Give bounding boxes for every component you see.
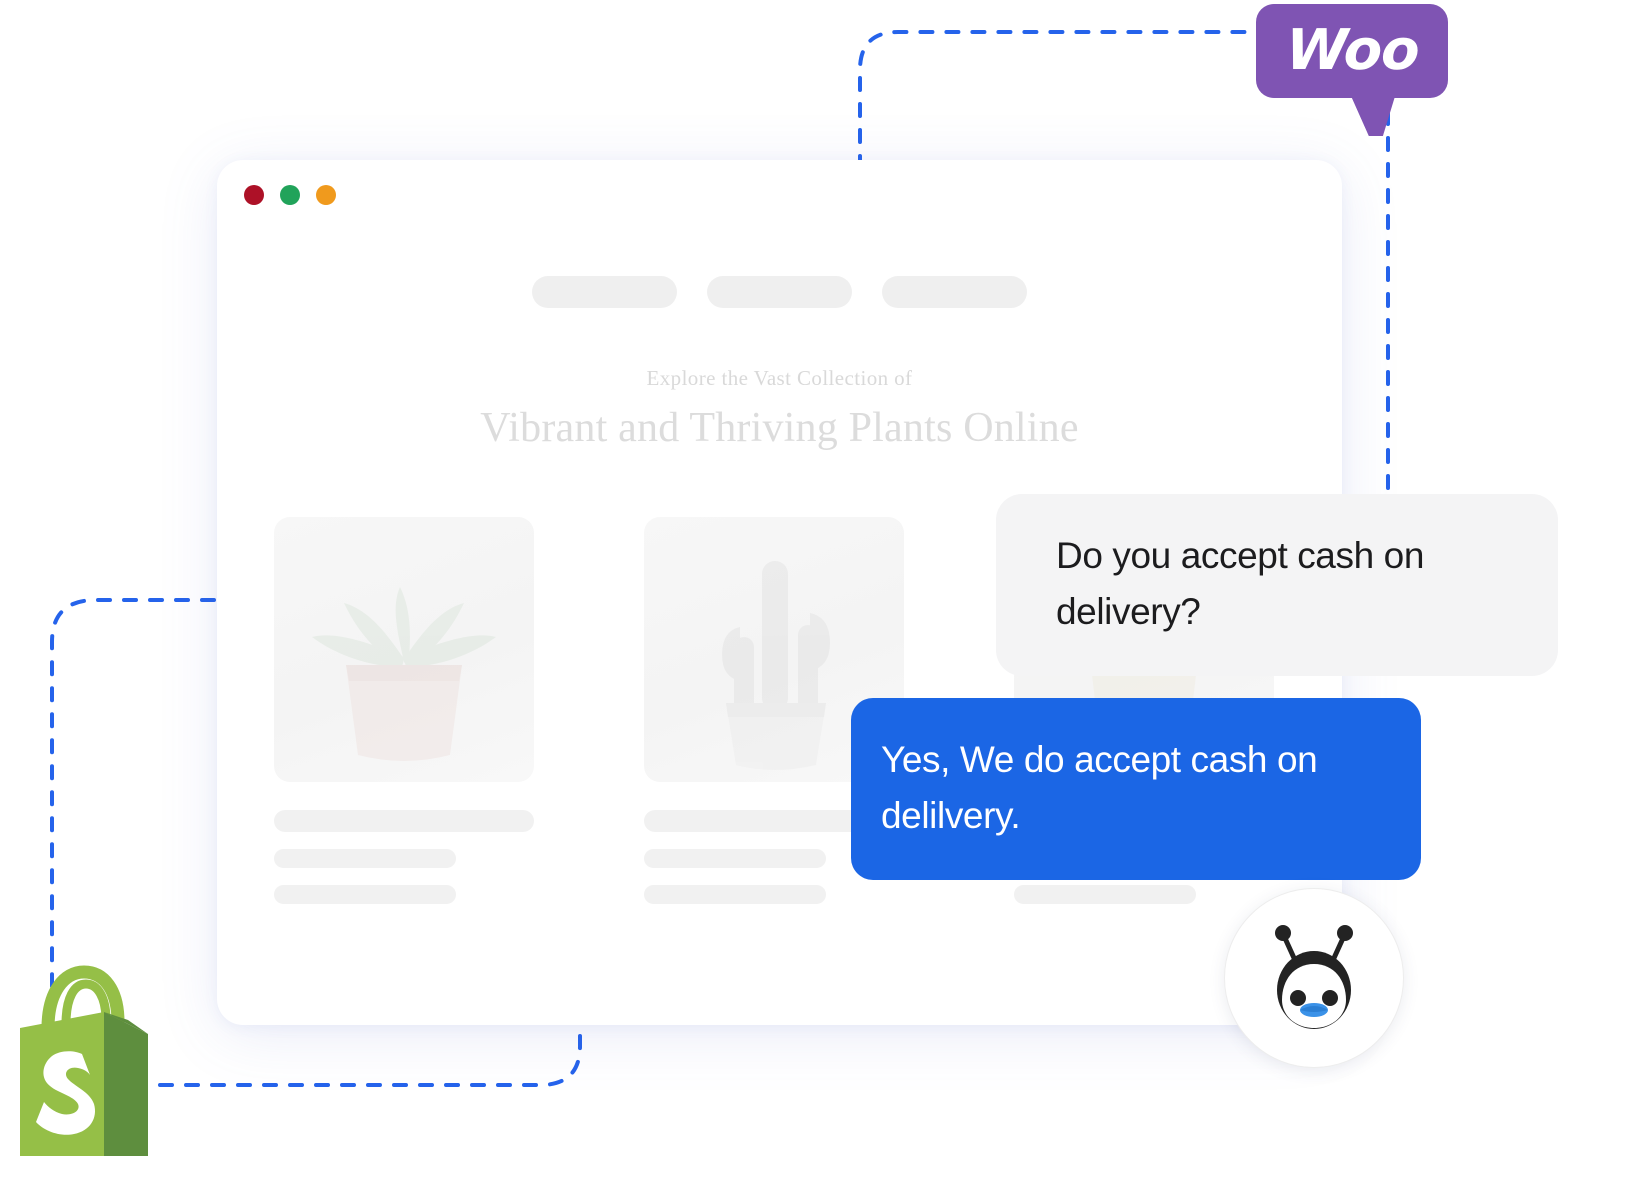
woo-wordmark: Woo xyxy=(1284,18,1420,83)
window-minimize-button[interactable] xyxy=(280,185,300,205)
product-line-skeleton-1 xyxy=(644,849,826,868)
chatbot-avatar-button[interactable] xyxy=(1224,888,1404,1068)
shopify-logo xyxy=(20,965,148,1156)
penguin-bot-icon xyxy=(1275,925,1353,1029)
woocommerce-logo: Woo xyxy=(1256,4,1448,136)
product-line-skeleton-2 xyxy=(644,885,826,904)
connector-path-shopify-right xyxy=(158,1014,582,1087)
connector-path-shopify-down xyxy=(50,598,216,1002)
product-line-skeleton-2 xyxy=(1014,885,1196,904)
product-thumbnail[interactable] xyxy=(274,517,534,782)
window-close-button[interactable] xyxy=(244,185,264,205)
hero-eyebrow-text: Explore the Vast Collection of xyxy=(646,366,913,390)
nav-pill-1[interactable] xyxy=(532,276,677,308)
woo-speech-bubble: Woo xyxy=(1256,4,1448,98)
woo-bubble-tail xyxy=(1351,96,1413,136)
window-maximize-button[interactable] xyxy=(316,185,336,205)
promo-illustration-canvas: Explore the Vast Collection of Vibrant a… xyxy=(0,0,1628,1201)
site-navigation-placeholders xyxy=(217,276,1342,308)
product-line-skeleton-2 xyxy=(274,885,456,904)
nav-pill-3[interactable] xyxy=(882,276,1027,308)
product-title-skeleton xyxy=(274,810,534,832)
product-card[interactable] xyxy=(274,517,534,904)
nav-pill-2[interactable] xyxy=(707,276,852,308)
succulent-plant-image xyxy=(312,587,496,761)
browser-titlebar xyxy=(217,160,1342,226)
hero-section: Explore the Vast Collection of Vibrant a… xyxy=(217,365,1342,455)
page-title: Vibrant and Thriving Plants Online xyxy=(480,405,1079,452)
chat-message-bot: Yes, We do accept cash on delilvery. xyxy=(851,698,1421,881)
chat-message-customer: Do you accept cash on delivery? xyxy=(996,494,1558,677)
product-line-skeleton-1 xyxy=(274,849,456,868)
